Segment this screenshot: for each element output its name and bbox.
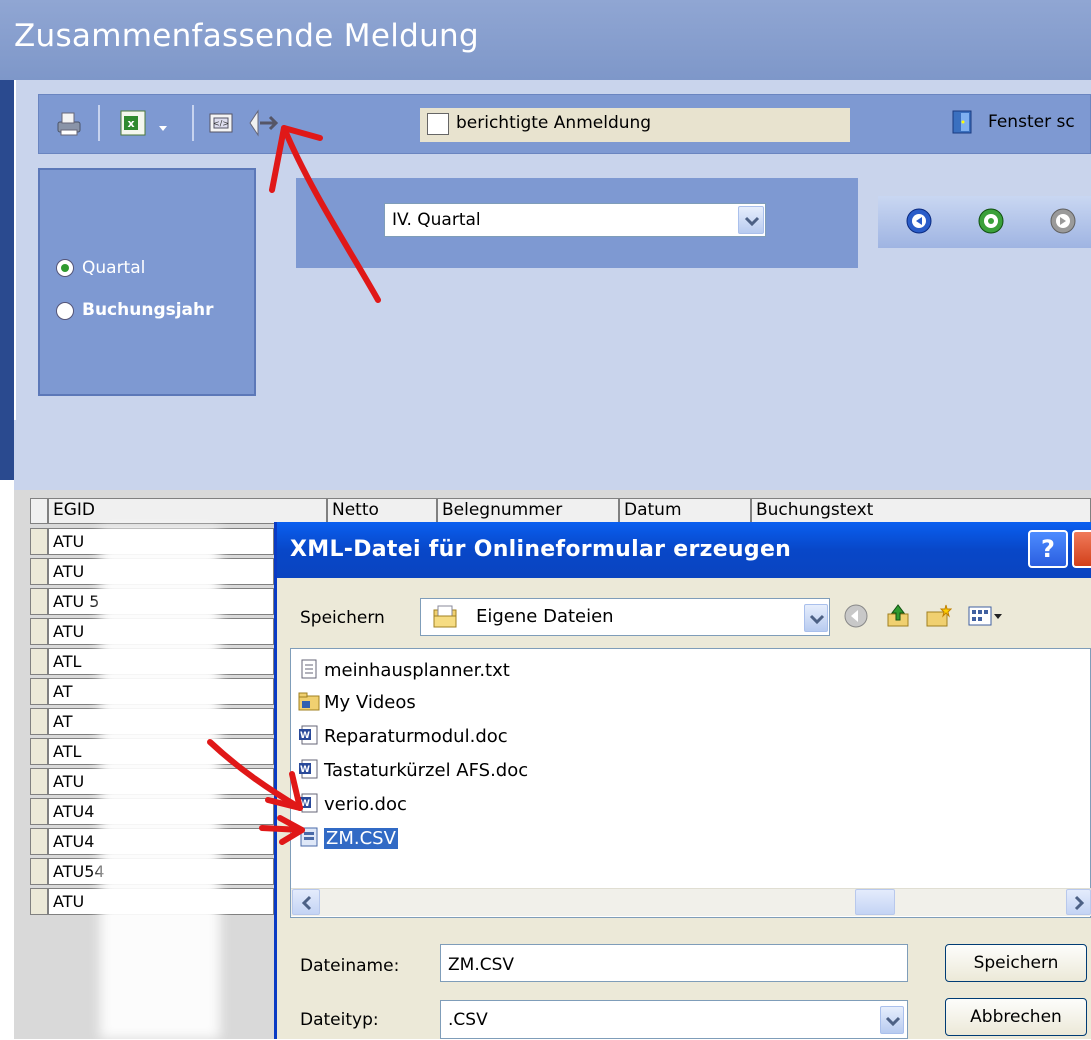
radio-buchungsjahr[interactable]: [56, 302, 74, 320]
scroll-left-icon[interactable]: [292, 889, 320, 915]
file-name: My Videos: [324, 692, 416, 713]
file-item[interactable]: Wverio.doc: [298, 792, 407, 824]
new-folder-icon[interactable]: [924, 602, 954, 632]
column-header-buchungstext[interactable]: Buchungstext: [751, 498, 1091, 524]
text-file-icon: [298, 658, 320, 680]
help-button[interactable]: ?: [1028, 530, 1068, 568]
left-border: [0, 80, 14, 480]
excel-export-icon[interactable]: x: [118, 108, 148, 138]
filename-value: ZM.CSV: [448, 955, 515, 975]
word-document-icon: W: [298, 758, 320, 780]
row-header[interactable]: [30, 798, 48, 825]
file-item[interactable]: meinhausplanner.txt: [298, 658, 510, 690]
close-window-button[interactable]: Fenster sc: [988, 112, 1075, 132]
up-folder-icon[interactable]: [884, 602, 914, 632]
row-header[interactable]: [30, 648, 48, 675]
filetype-select[interactable]: [440, 1000, 908, 1039]
row-header[interactable]: [30, 888, 48, 915]
radio-buchungsjahr-label: Buchungsjahr: [82, 300, 214, 320]
row-header[interactable]: [30, 708, 48, 735]
svg-text:W: W: [300, 731, 310, 741]
file-name: Reparaturmodul.doc: [324, 726, 508, 747]
scroll-right-icon[interactable]: [1066, 889, 1091, 915]
save-in-value: Eigene Dateien: [476, 606, 614, 627]
row-header[interactable]: [30, 738, 48, 765]
form-footer-strip: [14, 420, 1091, 490]
period-radio-panel: [38, 168, 256, 396]
filetype-dropdown-button[interactable]: [880, 1006, 904, 1034]
previous-record-icon[interactable]: [978, 208, 1004, 234]
file-item-selected[interactable]: ZM.CSV: [298, 826, 398, 858]
toolbar-separator: [192, 105, 194, 141]
row-header[interactable]: [30, 618, 48, 645]
my-documents-icon: [432, 604, 460, 635]
file-name: ZM.CSV: [324, 828, 398, 849]
radio-quartal-label: Quartal: [82, 258, 146, 278]
file-item[interactable]: W Reparaturmodul.doc: [298, 724, 508, 756]
file-item[interactable]: My Videos: [298, 692, 416, 722]
column-header-egid[interactable]: EGID: [48, 498, 327, 524]
dialog-close-button[interactable]: [1072, 530, 1091, 568]
svg-text:x: x: [127, 117, 134, 130]
save-in-label: Speichern: [300, 608, 385, 628]
svg-text:</>: </>: [213, 119, 229, 128]
dialog-title: XML-Datei für Onlineformular erzeugen: [290, 537, 792, 562]
toolbar-separator: [98, 105, 100, 141]
grid-corner: [30, 498, 48, 524]
xml-export-icon[interactable]: </>: [206, 108, 236, 138]
next-record-icon[interactable]: [1050, 208, 1076, 234]
row-header[interactable]: [30, 678, 48, 705]
exit-icon[interactable]: [246, 108, 279, 138]
file-name: Tastaturkürzel AFS.doc: [324, 760, 529, 781]
column-header-belegnummer[interactable]: Belegnummer: [437, 498, 619, 524]
correction-checkbox[interactable]: [427, 113, 449, 135]
correction-checkbox-label: berichtigte Anmeldung: [456, 113, 652, 133]
save-button[interactable]: Speichern: [945, 944, 1087, 982]
save-in-dropdown-button[interactable]: [804, 604, 828, 632]
video-folder-icon: [298, 690, 320, 712]
row-header[interactable]: [30, 588, 48, 615]
first-record-icon[interactable]: [906, 208, 932, 234]
svg-text:W: W: [300, 765, 310, 775]
filename-label: Dateiname:: [300, 956, 400, 976]
radio-quartal[interactable]: [56, 259, 74, 277]
row-header[interactable]: [30, 558, 48, 585]
view-menu-icon[interactable]: [966, 602, 1002, 632]
csv-file-icon: [298, 826, 320, 848]
row-header[interactable]: [30, 828, 48, 855]
dropdown-arrow-icon[interactable]: [158, 118, 168, 138]
back-icon[interactable]: [842, 602, 872, 632]
column-header-datum[interactable]: Datum: [619, 498, 751, 524]
row-header[interactable]: [30, 768, 48, 795]
horizontal-scrollbar[interactable]: [291, 888, 1091, 916]
cancel-button[interactable]: Abbrechen: [945, 998, 1087, 1036]
file-name: verio.doc: [324, 794, 407, 815]
window-title: Zusammenfassende Meldung: [14, 18, 479, 54]
redacted-area: [100, 528, 220, 1039]
quarter-dropdown-button[interactable]: [738, 206, 764, 234]
file-name: meinhausplanner.txt: [324, 660, 510, 681]
printer-icon[interactable]: [54, 108, 84, 138]
filetype-label: Dateityp:: [300, 1010, 379, 1030]
file-item[interactable]: W Tastaturkürzel AFS.doc: [298, 758, 529, 790]
scrollbar-thumb[interactable]: [855, 889, 895, 915]
svg-text:W: W: [300, 799, 310, 809]
filetype-value: .CSV: [448, 1010, 488, 1030]
word-document-icon: W: [298, 792, 320, 814]
quarter-select-value: IV. Quartal: [392, 210, 481, 230]
word-document-icon: W: [298, 724, 320, 746]
column-header-netto[interactable]: Netto: [327, 498, 437, 524]
row-header[interactable]: [30, 528, 48, 555]
row-header[interactable]: [30, 858, 48, 885]
door-icon[interactable]: [950, 109, 976, 140]
